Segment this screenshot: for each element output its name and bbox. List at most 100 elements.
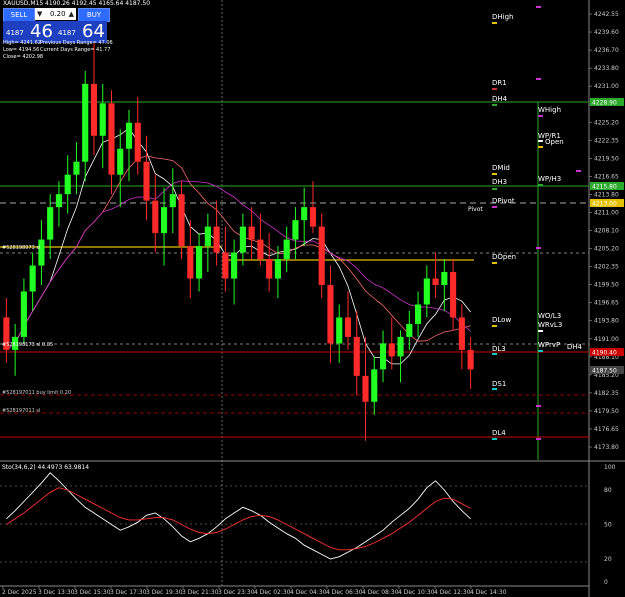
candle-body [90,83,98,136]
candle-body [388,343,395,357]
price-tick-label: 4233.80 [594,65,619,72]
time-tick-label: 3 Dec 13:30 [38,589,75,596]
price-tag-label: 4187.50 [592,368,617,375]
candle-body [467,349,474,370]
stoch-label: Sto(34,6,2) 44.4973 63.9814 [2,464,89,471]
label-wprvp: WPrvP [538,341,560,349]
candle-body [283,239,290,260]
time-tick-label: 3 Dec 21:30 [182,589,219,596]
candle-body [213,226,220,253]
price-tick-label: 4179.50 [594,408,619,415]
time-tick-label: 3 Dec 19:30 [146,589,183,596]
candle-body [441,272,448,286]
price-tick-label: 4202.35 [594,264,619,271]
candle-body [125,122,133,149]
candle-body [397,336,404,357]
candle-body [64,174,71,195]
price-tag-label: 4228.90 [592,100,617,107]
candle-body [231,252,238,279]
candle-body [196,246,203,279]
order-label-1: #528198973 sl [2,245,40,251]
candle-body [160,207,168,234]
lot-size-field[interactable]: ▼ 0.20 ▲ [35,8,76,20]
candle-body [38,239,45,266]
stat-prev-range: Previous Days Range= 47.06 [40,40,113,46]
price-tag-label: 4215.80 [592,184,617,191]
candle-body [344,317,352,337]
candle-body [379,343,387,370]
daily-stats-right: Previous Days Range= 47.06 Current Days … [40,40,113,54]
buy-button[interactable]: BUY [78,8,110,22]
time-tick-label: 4 Dec 02:30 [254,589,291,596]
candle-body [239,226,246,253]
price-tick-label: 4196.65 [594,300,619,307]
lot-increase-icon[interactable]: ▲ [69,8,74,20]
price-tick-label: 4208.10 [594,228,619,235]
candle-body [266,259,273,279]
candle-body [292,220,299,240]
label-wol3: WO/L3 [538,312,561,320]
candle-body [309,207,317,227]
price-tick-label: 4222.35 [594,137,619,144]
label-dhigh: DHigh [492,13,513,21]
candle-body [29,265,36,292]
candle-body [55,194,63,208]
sell-button[interactable]: SELL [3,8,35,22]
candle-body [169,194,176,208]
label-dr1: DR1 [492,79,507,87]
candle-body [432,278,439,286]
stat-high: High= 4241.62 [3,40,41,46]
stoch-tick-label: 0 [604,579,608,586]
candle-body [178,194,185,247]
one-click-trading-panel: XAUUSD,M15 4190.26 4192.45 4165.64 4187.… [1,0,221,75]
candle-body [371,369,378,402]
candle-body [82,83,89,162]
time-tick-label: 4 Dec 10:30 [398,589,435,596]
sell-price-small: 4187 [6,29,24,37]
time-tick-label: 3 Dec 15:30 [74,589,111,596]
label-dh3: DH3 [492,178,507,186]
lot-value[interactable]: 0.20 [50,8,66,20]
price-chart[interactable]: 4242.55 4239.60 4236.70 4233.80 4231.00 4228.… [0,0,625,597]
label-dh4: DH4 [492,95,508,103]
label-dopen: DOpen [492,253,516,261]
price-tick-label: 4176.65 [594,426,619,433]
candle-body [274,259,281,279]
order-label-4: #528197011 sl [2,408,40,414]
stoch-tick-label: 50 [604,522,612,529]
candle-body [362,375,369,402]
daily-stats-left: High= 4241.62 Low= 4194.56 Close= 4202.9… [3,40,43,61]
lot-decrease-icon[interactable]: ▼ [37,8,42,20]
time-tick-label: 4 Dec 12:30 [434,589,471,596]
price-tick-label: 4199.50 [594,282,619,289]
price-tick-label: 4239.60 [594,29,619,36]
label-pivot: Pivot [468,206,483,213]
candle-body [318,226,325,286]
time-tick-label: 3 Dec 23:30 [218,589,255,596]
symbol-header: XAUUSD,M15 4190.26 4192.45 4165.64 4187.… [3,0,151,7]
stoch-tick-label: 80 [604,487,612,494]
price-tag-label: 4190.40 [592,350,617,357]
label-wph3: WP/H3 [538,175,561,183]
price-tick-label: 4242.55 [594,11,619,18]
price-tick-label: 4191.00 [594,336,619,343]
candle-body [134,122,141,162]
candle-body [204,226,211,247]
time-tick-label: 4 Dec 14:30 [470,589,507,596]
candle-body [143,161,150,201]
candle-body [47,207,54,240]
label-dpivot: DPivot [492,197,515,205]
label-open: Open [545,138,564,146]
price-tick-label: 4231.00 [594,83,619,90]
price-tag-label: 4213.00 [592,201,617,208]
buy-price-small: 4187 [58,29,76,37]
price-tick-label: 4193.80 [594,318,619,325]
candle-body [353,336,360,376]
candle-body [423,278,430,305]
price-tick-label: 4236.70 [594,47,619,54]
label-dmid: DMid [492,164,510,172]
buy-price-big: 64 [82,21,105,42]
time-tick-label: 4 Dec 08:30 [362,589,399,596]
stat-curr-range: Current Days Range= 41.77 [40,47,111,53]
order-label-3: #528197011 buy limit 0.20 [2,390,71,396]
